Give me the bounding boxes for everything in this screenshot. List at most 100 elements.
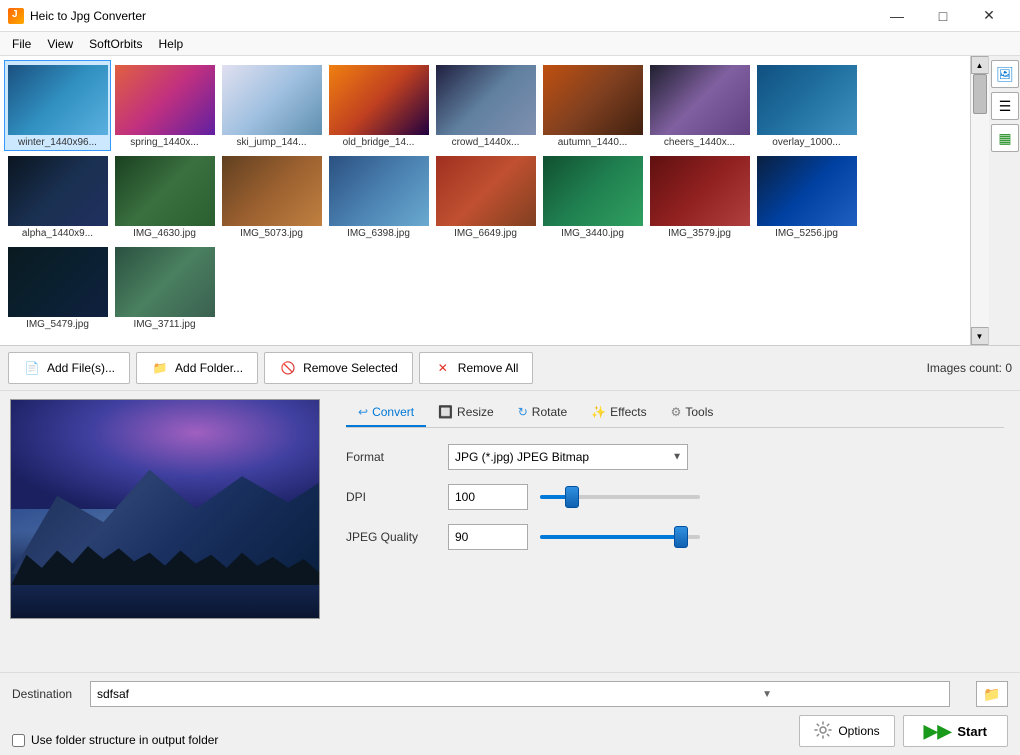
minimize-button[interactable]: — (874, 0, 920, 32)
jpeg-quality-slider-thumb[interactable] (674, 526, 688, 548)
list-item[interactable]: spring_1440x... (111, 60, 218, 151)
start-button[interactable]: ▶▶ Start (903, 715, 1008, 747)
menu-help[interactable]: Help (151, 35, 192, 53)
list-view-button[interactable]: ☰ (991, 92, 1019, 120)
list-item[interactable]: autumn_1440... (539, 60, 646, 151)
dpi-slider-thumb[interactable] (565, 486, 579, 508)
remove-selected-button[interactable]: 🚫 Remove Selected (264, 352, 413, 384)
list-item[interactable]: old_bridge_14... (325, 60, 432, 151)
thumbnail (650, 65, 750, 135)
grid-view-button[interactable]: ▦ (991, 124, 1019, 152)
menu-bar: File View SoftOrbits Help (0, 32, 1020, 56)
image-filename: IMG_5073.jpg (222, 228, 322, 239)
add-folder-button[interactable]: 📁 Add Folder... (136, 352, 258, 384)
format-label: Format (346, 450, 436, 464)
content-area: ↩ Convert 🔲 Resize ↻ Rotate ✨ Effects ⚙ (0, 391, 1020, 672)
image-filename: crowd_1440x... (436, 137, 536, 148)
maximize-button[interactable]: □ (920, 0, 966, 32)
add-files-button[interactable]: 📄 Add File(s)... (8, 352, 130, 384)
image-grid[interactable]: winter_1440x96...spring_1440x...ski_jump… (0, 56, 970, 345)
image-filename: cheers_1440x... (650, 137, 750, 148)
tab-tools[interactable]: ⚙ Tools (659, 399, 726, 427)
scroll-thumb[interactable] (973, 74, 987, 114)
image-filename: IMG_5256.jpg (757, 228, 857, 239)
options-label: Options (838, 724, 879, 738)
scroll-down-button[interactable]: ▼ (971, 327, 989, 345)
options-button[interactable]: Options (799, 715, 894, 747)
images-count-label: Images count: (927, 361, 1002, 375)
tab-effects[interactable]: ✨ Effects (579, 399, 658, 427)
scroll-track (971, 74, 989, 327)
start-arrow-icon: ▶▶ (924, 721, 952, 742)
destination-browse-button[interactable]: 📁 (976, 681, 1008, 707)
list-item[interactable]: crowd_1440x... (432, 60, 539, 151)
remove-selected-label: Remove Selected (303, 361, 398, 375)
list-item[interactable]: IMG_5479.jpg (4, 242, 111, 333)
list-item[interactable]: IMG_5073.jpg (218, 151, 325, 242)
thumbnail (757, 65, 857, 135)
destination-label: Destination (12, 687, 82, 701)
image-filename: alpha_1440x9... (8, 228, 108, 239)
folder-structure-row: Use folder structure in output folder (12, 733, 218, 747)
list-item[interactable]: overlay_1000... (753, 60, 860, 151)
menu-view[interactable]: View (39, 35, 81, 53)
window-title: Heic to Jpg Converter (30, 9, 146, 23)
jpeg-quality-slider-track[interactable] (540, 535, 700, 539)
list-item[interactable]: ski_jump_144... (218, 60, 325, 151)
list-item[interactable]: IMG_5256.jpg (753, 151, 860, 242)
thumbnail (757, 156, 857, 226)
dpi-input[interactable] (448, 484, 528, 510)
tab-resize[interactable]: 🔲 Resize (426, 399, 506, 427)
thumbnail (329, 156, 429, 226)
image-filename: IMG_6649.jpg (436, 228, 536, 239)
thumbnail-view-button[interactable]: 🖼 (991, 60, 1019, 88)
image-filename: IMG_4630.jpg (115, 228, 215, 239)
list-item[interactable]: IMG_3579.jpg (646, 151, 753, 242)
rotate-tab-label: Rotate (532, 405, 567, 419)
menu-file[interactable]: File (4, 35, 39, 53)
options-gear-icon (814, 721, 832, 742)
scrollbar[interactable]: ▲ ▼ (970, 56, 988, 345)
list-item[interactable]: alpha_1440x9... (4, 151, 111, 242)
dpi-slider-track[interactable] (540, 495, 700, 499)
settings-panel: ↩ Convert 🔲 Resize ↻ Rotate ✨ Effects ⚙ (330, 391, 1020, 672)
thumbnail (650, 156, 750, 226)
destination-input[interactable] (90, 681, 950, 707)
list-item[interactable]: IMG_6649.jpg (432, 151, 539, 242)
close-button[interactable]: ✕ (966, 0, 1012, 32)
list-item[interactable]: cheers_1440x... (646, 60, 753, 151)
remove-all-button[interactable]: ✕ Remove All (419, 352, 534, 384)
image-filename: IMG_5479.jpg (8, 319, 108, 330)
tab-convert[interactable]: ↩ Convert (346, 399, 426, 427)
jpeg-quality-slider-container (540, 535, 700, 539)
effects-tab-icon: ✨ (591, 405, 606, 419)
dpi-label: DPI (346, 490, 436, 504)
list-item[interactable]: IMG_3440.jpg (539, 151, 646, 242)
image-filename: winter_1440x96... (8, 137, 108, 148)
destination-dropdown-arrow[interactable]: ▼ (762, 689, 772, 700)
scroll-up-button[interactable]: ▲ (971, 56, 989, 74)
title-bar: Heic to Jpg Converter — □ ✕ (0, 0, 1020, 32)
list-item[interactable]: IMG_6398.jpg (325, 151, 432, 242)
thumbnail (115, 156, 215, 226)
tab-rotate[interactable]: ↻ Rotate (506, 399, 579, 427)
image-filename: IMG_3440.jpg (543, 228, 643, 239)
thumbnail (8, 156, 108, 226)
menu-softorbits[interactable]: SoftOrbits (81, 35, 150, 53)
list-item[interactable]: IMG_3711.jpg (111, 242, 218, 333)
start-label: Start (957, 724, 987, 739)
thumbnail (222, 156, 322, 226)
image-filename: old_bridge_14... (329, 137, 429, 148)
jpeg-quality-input[interactable] (448, 524, 528, 550)
format-select[interactable]: JPG (*.jpg) JPEG Bitmap PNG (*.png) Port… (448, 444, 688, 470)
list-item[interactable]: winter_1440x96... (4, 60, 111, 151)
format-row: Format JPG (*.jpg) JPEG Bitmap PNG (*.pn… (346, 444, 1004, 470)
list-item[interactable]: IMG_4630.jpg (111, 151, 218, 242)
bottom-bar: Destination ▼ 📁 Use folder structure in … (0, 672, 1020, 755)
thumbnail (436, 156, 536, 226)
preview-image (10, 399, 320, 619)
image-filename: IMG_3711.jpg (115, 319, 215, 330)
view-buttons: 🖼 ☰ ▦ (988, 56, 1020, 345)
folder-structure-checkbox[interactable] (12, 734, 25, 747)
thumbnail (222, 65, 322, 135)
